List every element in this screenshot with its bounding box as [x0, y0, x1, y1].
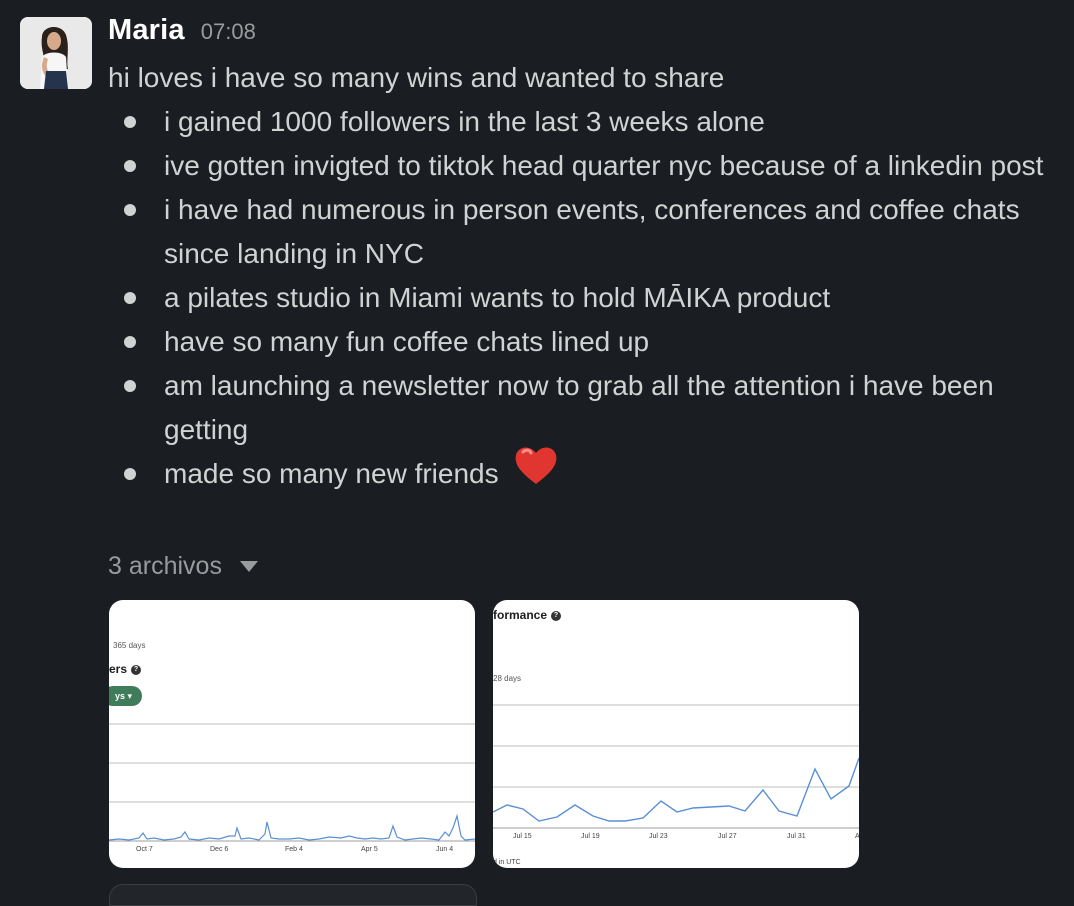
files-toggle[interactable]: 3 archivos: [108, 552, 258, 581]
tick-label: Apr 5: [361, 846, 378, 853]
avatar-image: [20, 17, 92, 89]
caret-down-icon: [239, 561, 258, 572]
bullet-icon: [124, 336, 136, 348]
files-toggle-label: 3 archivos: [108, 552, 222, 580]
attachment-thumbnail[interactable]: 365 days ers? ys ▾ Oct 7 Dec 6 Feb 4 Apr…: [109, 600, 475, 868]
list-item-text: i have had numerous in person events, co…: [164, 194, 1020, 269]
tick-label: Feb 4: [285, 846, 303, 853]
attachment-chart: [109, 723, 475, 842]
message-intro: hi loves i have so many wins and wanted …: [108, 62, 725, 93]
chart-period-label: 28 days: [493, 674, 522, 683]
list-item: am launching a newsletter now to grab al…: [0, 364, 1074, 452]
tick-label: Jul 27: [718, 833, 737, 840]
bullet-icon: [124, 160, 136, 172]
chart-heading: ers?: [109, 662, 142, 676]
message-header: Maria 07:08: [108, 14, 256, 54]
info-icon: ?: [131, 664, 142, 675]
list-item-text: a pilates studio in Miami wants to hold …: [164, 282, 831, 313]
avatar[interactable]: [20, 17, 92, 89]
bullet-icon: [124, 292, 136, 304]
list-item: a pilates studio in Miami wants to hold …: [0, 276, 1074, 320]
bullet-icon: [124, 116, 136, 128]
bullet-icon: [124, 204, 136, 216]
bullet-icon: [124, 468, 136, 480]
list-item: i gained 1000 followers in the last 3 we…: [0, 100, 1074, 144]
list-item: made so many new friends: [0, 447, 1074, 499]
chart-footer: d in UTC: [493, 859, 521, 866]
list-item-text: made so many new friends: [164, 458, 499, 489]
list-item-text: i gained 1000 followers in the last 3 we…: [164, 106, 765, 137]
message: Maria 07:08 hi loves i have so many wins…: [0, 0, 1074, 906]
tick-label: Jul 19: [581, 833, 600, 840]
heart-emoji-icon: [514, 444, 558, 499]
author-name[interactable]: Maria: [108, 14, 185, 47]
bullet-icon: [124, 380, 136, 392]
attachment-chart: [493, 704, 859, 829]
tick-label: Jul 31: [787, 833, 806, 840]
chart-period-label: 365 days: [113, 641, 146, 650]
list-item: ive gotten invigted to tiktok head quart…: [0, 144, 1074, 188]
list-item-text: am launching a newsletter now to grab al…: [164, 370, 994, 445]
attachment-thumbnail[interactable]: formance? 28 days Jul 15 Jul 19 Jul 23 J…: [493, 600, 859, 868]
tick-label: Jul 15: [513, 833, 532, 840]
wins-list: i gained 1000 followers in the last 3 we…: [0, 100, 1074, 499]
chart-heading: formance?: [493, 608, 562, 622]
tick-label: Jun 4: [436, 846, 454, 853]
date-range-pill: ys ▾: [109, 686, 143, 706]
list-item-text: have so many fun coffee chats lined up: [164, 326, 650, 357]
tick-label: Jul 23: [649, 833, 668, 840]
tick-label: Dec 6: [210, 846, 229, 853]
tick-label: A: [855, 833, 859, 840]
list-item: have so many fun coffee chats lined up: [0, 320, 1074, 364]
tick-label: Oct 7: [136, 846, 153, 853]
list-item: i have had numerous in person events, co…: [0, 188, 1074, 276]
info-icon: ?: [551, 610, 562, 621]
attachment-thumbnail[interactable]: [109, 884, 477, 906]
list-item-text: ive gotten invigted to tiktok head quart…: [164, 150, 1044, 181]
message-timestamp[interactable]: 07:08: [201, 19, 256, 45]
